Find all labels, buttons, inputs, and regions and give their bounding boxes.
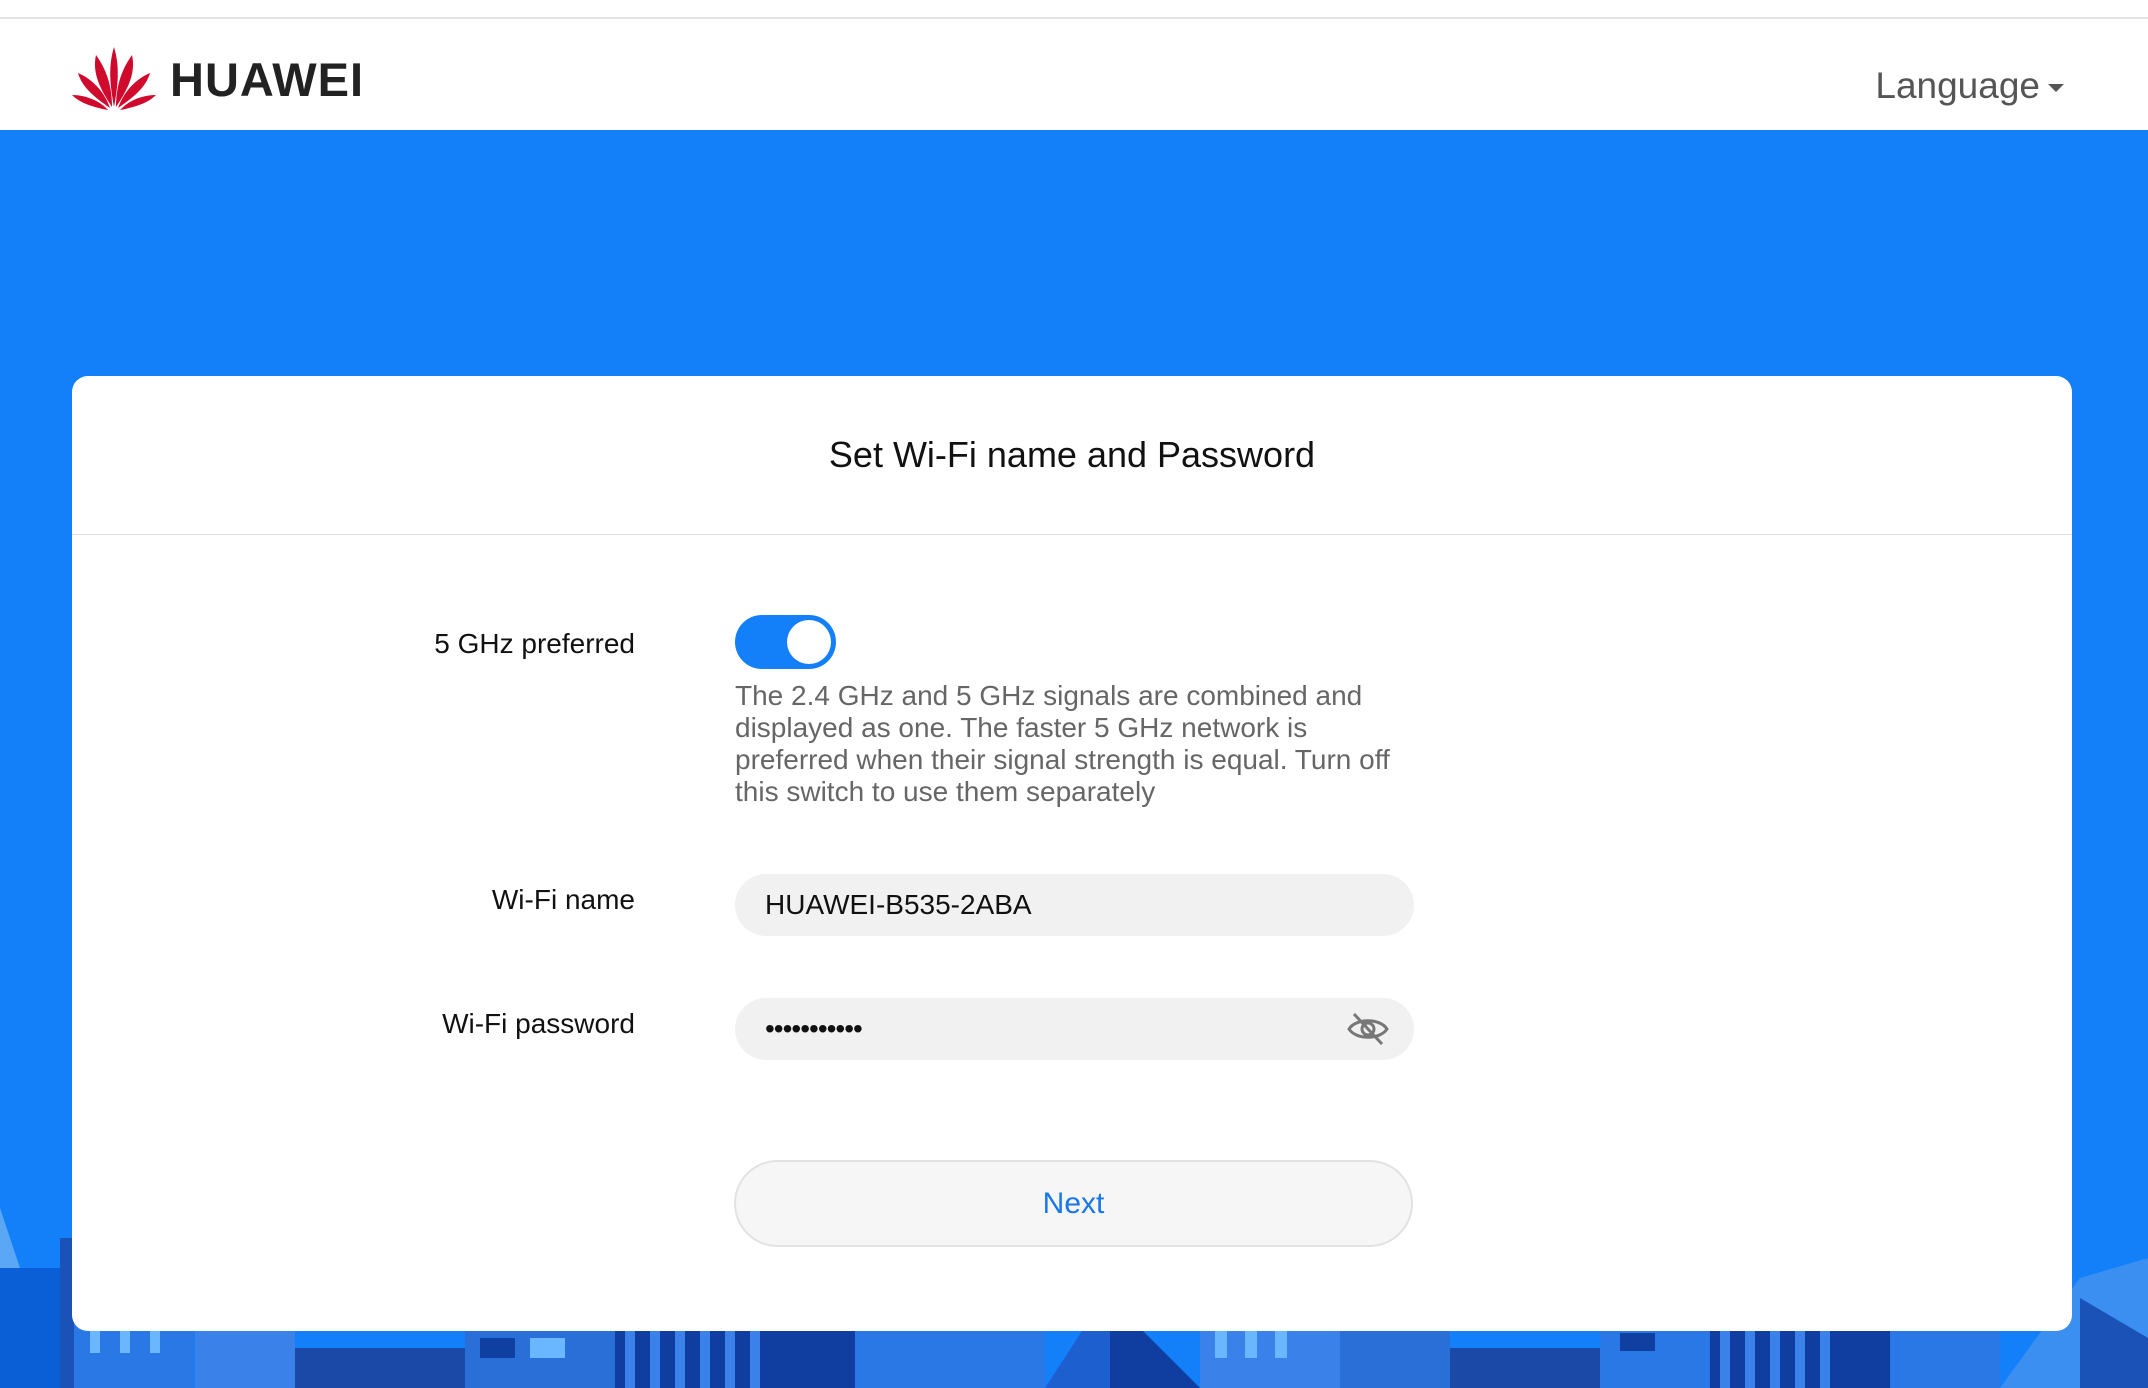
huawei-logo: HUAWEI <box>70 45 364 113</box>
top-header: HUAWEI Language <box>0 19 2148 130</box>
five-ghz-toggle[interactable] <box>735 615 836 669</box>
language-menu[interactable]: Language <box>1875 65 2064 107</box>
eye-off-icon[interactable] <box>1346 1010 1390 1048</box>
language-label: Language <box>1875 65 2040 106</box>
wifi-password-label: Wi-Fi password <box>442 1008 635 1039</box>
five-ghz-label: 5 GHz preferred <box>434 628 635 659</box>
wifi-password-field[interactable]: ••••••••••• <box>735 998 1414 1060</box>
wifi-password-input[interactable]: ••••••••••• <box>765 1013 863 1045</box>
toggle-knob <box>787 620 831 664</box>
huawei-petal-logo-icon <box>72 47 156 110</box>
wifi-setup-card: Set Wi-Fi name and Password 5 GHz prefer… <box>72 376 2072 1331</box>
brand-name: HUAWEI <box>170 52 364 106</box>
wifi-name-field[interactable] <box>735 874 1414 936</box>
five-ghz-hint: The 2.4 GHz and 5 GHz signals are combin… <box>735 680 1390 807</box>
wifi-name-label: Wi-Fi name <box>491 884 635 915</box>
caret-down-icon <box>2048 84 2064 92</box>
wifi-name-input[interactable] <box>765 889 1384 921</box>
browser-top-border <box>0 0 2148 19</box>
page-title: Set Wi-Fi name and Password <box>72 376 2072 535</box>
next-button[interactable]: Next <box>734 1160 1413 1247</box>
